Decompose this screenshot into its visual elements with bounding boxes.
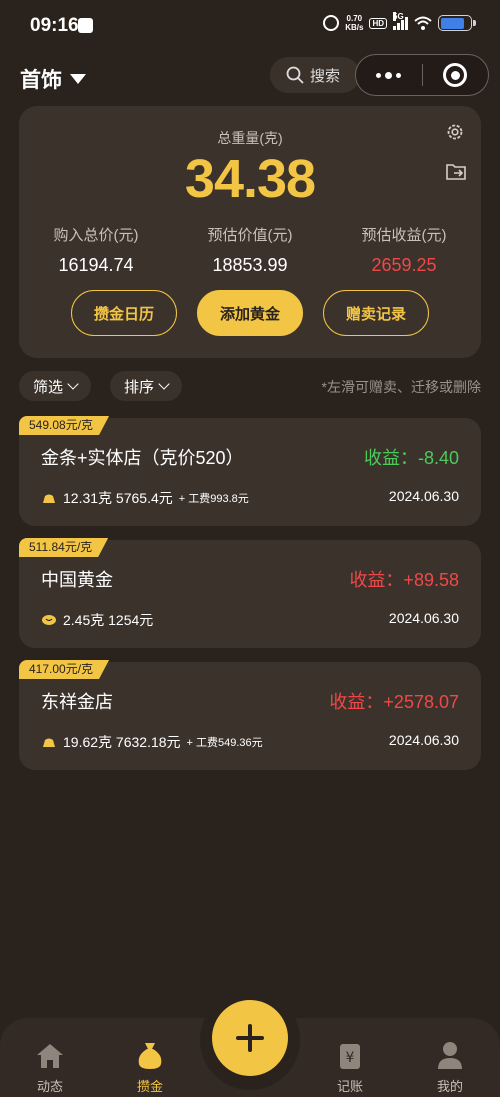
gold-item-card[interactable]: 549.08元/克 金条+实体店（克价520） 收益：-8.40 12.31克 …	[19, 418, 481, 526]
swipe-hint: *左滑可赠卖、迁移或删除	[321, 379, 481, 395]
item-gain: 收益：+89.58	[349, 570, 459, 590]
item-name: 金条+实体店（克价520）	[41, 448, 244, 468]
item-name: 东祥金店	[41, 692, 113, 712]
gold-bar-icon	[43, 494, 55, 503]
ledger-icon: ¥	[340, 1044, 360, 1069]
chevron-down-icon	[67, 378, 79, 390]
item-detail: 12.31克 5765.4元 + 工费993.8元	[41, 488, 249, 508]
alarm-icon	[323, 15, 340, 31]
gear-icon[interactable]	[445, 122, 465, 142]
total-weight-value: 34.38	[184, 149, 316, 209]
more-menu-button[interactable]	[356, 71, 422, 79]
tab-mine[interactable]: 我的	[420, 1040, 480, 1095]
gold-bar-icon	[43, 738, 55, 747]
search-label: 搜索	[310, 67, 341, 85]
signal-icon: 5G	[393, 12, 408, 30]
user-icon	[438, 1042, 462, 1069]
gold-bean-icon	[42, 615, 56, 625]
gold-calendar-button[interactable]: 攒金日历	[71, 290, 177, 336]
item-name: 中国黄金	[41, 570, 113, 590]
close-program-button[interactable]	[423, 63, 489, 87]
hd-badge: HD	[369, 17, 387, 29]
item-gain: 收益：-8.40	[363, 448, 459, 468]
stat-purchase-total: 购入总价(元) 16194.74	[53, 227, 139, 275]
gold-item-card[interactable]: 511.84元/克 中国黄金 收益：+89.58 2.45克 1254元 202…	[19, 540, 481, 648]
tab-save-gold[interactable]: 攒金	[120, 1040, 180, 1095]
action-buttons: 攒金日历 添加黄金 赠卖记录	[19, 290, 481, 336]
item-date: 2024.06.30	[388, 610, 459, 626]
status-time: 09:16	[30, 15, 79, 36]
summary-card: 总重量(克) 34.38 购入总价(元) 16194.74 预估价值(元) 18…	[19, 106, 481, 358]
export-icon[interactable]	[445, 162, 467, 182]
unit-price-tag: 549.08元/克	[19, 416, 109, 435]
stat-estimated-gain: 预估收益(元) 2659.25	[361, 227, 447, 275]
target-icon	[443, 63, 468, 87]
stats-row: 购入总价(元) 16194.74 预估价值(元) 18853.99 预估收益(元…	[19, 224, 481, 276]
unit-price-tag: 417.00元/克	[19, 660, 109, 679]
sell-records-button[interactable]: 赠卖记录	[323, 290, 429, 336]
item-gain: 收益：+2578.07	[329, 692, 459, 712]
mini-program-capsule	[355, 54, 489, 96]
home-icon	[37, 1044, 63, 1068]
status-indicators: 0.70 KB/s HD 5G	[323, 12, 476, 32]
item-date: 2024.06.30	[388, 732, 459, 748]
item-detail: 2.45克 1254元	[41, 610, 159, 630]
tab-dynamic[interactable]: 动态	[20, 1040, 80, 1095]
battery-icon	[438, 15, 476, 31]
sort-button[interactable]: 排序	[110, 371, 183, 401]
notification-icon	[78, 18, 93, 33]
net-speed: 0.70 KB/s	[345, 14, 364, 32]
add-gold-button[interactable]: 添加黄金	[197, 290, 303, 336]
stat-estimated-value: 预估价值(元) 18853.99	[207, 227, 293, 275]
wifi-icon	[414, 16, 432, 30]
category-dropdown[interactable]: 首饰	[20, 64, 86, 94]
filter-button[interactable]: 筛选	[19, 371, 92, 401]
add-record-button[interactable]	[212, 1000, 288, 1076]
tab-bookkeeping[interactable]: ¥ 记账	[320, 1040, 380, 1095]
plus-icon	[236, 1024, 264, 1052]
search-button[interactable]: 搜索	[270, 57, 360, 93]
caret-down-icon	[70, 74, 86, 84]
svg-text:¥: ¥	[346, 1050, 355, 1066]
item-date: 2024.06.30	[388, 488, 459, 504]
money-bag-icon	[138, 1043, 162, 1069]
search-icon	[286, 66, 304, 84]
gold-item-card[interactable]: 417.00元/克 东祥金店 收益：+2578.07 19.62克 7632.1…	[19, 662, 481, 770]
total-weight-label: 总重量(克)	[217, 130, 283, 146]
status-bar: 09:16 0.70 KB/s HD 5G	[0, 0, 500, 52]
item-detail: 19.62克 7632.18元 + 工费549.36元	[41, 732, 263, 752]
chevron-down-icon	[158, 378, 170, 390]
page-title: 首饰	[20, 69, 62, 92]
unit-price-tag: 511.84元/克	[19, 538, 108, 557]
